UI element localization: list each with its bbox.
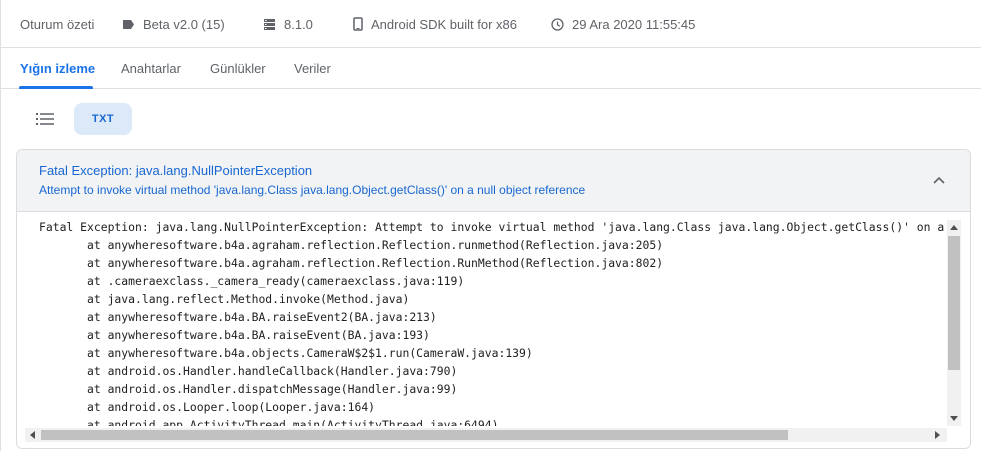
exception-card: Fatal Exception: java.lang.NullPointerEx… [16,149,971,449]
tab-data[interactable]: Veriler [294,48,331,88]
os-version: 8.1.0 [263,0,313,48]
stack-icon [264,18,275,30]
horizontal-scrollbar[interactable] [25,428,947,442]
txt-view-button[interactable]: TXT [74,103,132,135]
trace-line: at anywheresoftware.b4a.BA.raiseEvent2(B… [39,310,437,324]
chevron-up-icon [933,176,945,184]
session-timestamp-text: 29 Ara 2020 11:55:45 [572,16,696,32]
trace-line: at anywheresoftware.b4a.agraham.reflecti… [39,256,664,270]
session-summary-label: Oturum özeti [20,16,95,32]
tab-bar: Yığın izleme Anahtarlar Günlükler Verile… [1,48,981,89]
scroll-right-arrow-icon[interactable] [935,431,941,439]
tab-stack-trace[interactable]: Yığın izleme [20,48,95,88]
trace-line: at android.os.Looper.loop(Looper.java:16… [39,400,376,414]
trace-line: at anywheresoftware.b4a.objects.CameraW$… [39,346,533,360]
trace-line: at anywheresoftware.b4a.agraham.reflecti… [39,238,664,252]
trace-line: at anywheresoftware.b4a.BA.raiseEvent(BA… [39,328,430,342]
session-summary-bar: Oturum özeti Beta v2.0 (15) 8.1.0 Androi… [1,0,981,48]
trace-line: Fatal Exception: java.lang.NullPointerEx… [39,220,961,234]
trace-line: at .cameraexclass._camera_ready(cameraex… [39,274,465,288]
scroll-left-arrow-icon[interactable] [29,431,35,439]
scroll-up-arrow-icon[interactable] [950,224,958,230]
trace-line: at android.os.Handler.dispatchMessage(Ha… [39,382,458,396]
trace-line: at java.lang.reflect.Method.invoke(Metho… [39,292,410,306]
phone-icon [353,17,363,31]
os-version-text: 8.1.0 [284,16,313,32]
scroll-down-arrow-icon[interactable] [950,416,958,422]
active-tab-indicator [19,86,93,89]
exception-title: Fatal Exception: java.lang.NullPointerEx… [39,163,313,178]
tab-keys[interactable]: Anahtarlar [121,48,181,88]
device-model-text: Android SDK built for x86 [371,16,517,32]
stack-trace-text[interactable]: Fatal Exception: java.lang.NullPointerEx… [17,212,961,426]
exception-message: Attempt to invoke virtual method 'java.l… [39,183,586,197]
app-version-text: Beta v2.0 (15) [143,16,225,32]
session-timestamp: 29 Ara 2020 11:55:45 [551,0,695,48]
vertical-scroll-thumb[interactable] [948,236,960,370]
collapse-button[interactable] [929,170,949,190]
tab-logs[interactable]: Günlükler [210,48,266,88]
list-view-button[interactable] [28,103,62,135]
list-icon [36,113,54,125]
exception-header[interactable]: Fatal Exception: java.lang.NullPointerEx… [17,150,970,212]
vertical-scrollbar[interactable] [947,220,961,426]
app-version: Beta v2.0 (15) [122,0,225,48]
clock-icon [551,17,564,31]
device-model: Android SDK built for x86 [353,0,517,48]
trace-line: at android.os.Handler.handleCallback(Han… [39,364,458,378]
crash-session-panel: Oturum özeti Beta v2.0 (15) 8.1.0 Androi… [0,0,981,451]
trace-line: at android.app.ActivityThread.main(Activ… [39,418,499,426]
label-tag-icon [123,19,134,29]
horizontal-scroll-thumb[interactable] [41,430,788,440]
